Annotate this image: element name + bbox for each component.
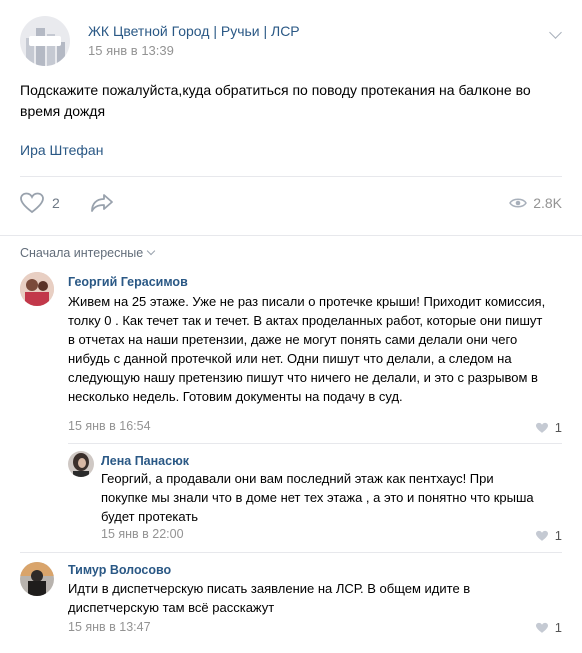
avatar[interactable] <box>68 451 94 477</box>
like-count: 1 <box>554 620 562 635</box>
comments-sort-label: Сначала интересные <box>20 246 144 260</box>
views-count: 2.8K <box>533 195 562 211</box>
group-logo <box>29 36 61 46</box>
heart-icon <box>535 622 548 633</box>
post-date[interactable]: 15 янв в 13:39 <box>88 43 174 58</box>
comment-text: Идти в диспетчерскую писать заявление на… <box>68 581 471 615</box>
divider <box>20 176 562 177</box>
comment-date[interactable]: 15 янв в 22:00 <box>101 527 184 541</box>
comment-author-link[interactable]: Тимур Волосово <box>68 563 171 577</box>
comment-like-button[interactable]: 1 <box>535 528 562 543</box>
comment-like-button[interactable]: 1 <box>535 620 562 635</box>
share-icon <box>91 194 113 212</box>
views-counter: 2.8K <box>509 195 562 211</box>
divider <box>68 443 562 444</box>
like-button[interactable]: 2 <box>20 192 60 214</box>
post-text: Подскажите пожалуйста,куда обратиться по… <box>20 82 531 119</box>
group-avatar[interactable] <box>20 16 70 66</box>
chevron-down-icon <box>146 246 156 256</box>
like-count: 1 <box>554 528 562 543</box>
comment-text: Георгий, а продавали они вам последний э… <box>101 471 534 524</box>
like-count: 2 <box>52 195 60 211</box>
post: ЖК Цветной Город | Ручьи | ЛСР 15 янв в … <box>0 0 582 236</box>
comment-author-link[interactable]: Лена Панасюк <box>101 454 189 468</box>
comment-like-button[interactable]: 1 <box>535 420 562 435</box>
comment-author-link[interactable]: Георгий Герасимов <box>68 275 188 289</box>
comment-text: Живем на 25 этаже. Уже не раз писали о п… <box>68 294 546 404</box>
post-author-link[interactable]: Ира Штефан <box>20 142 103 158</box>
like-count: 1 <box>554 420 562 435</box>
group-name-link[interactable]: ЖК Цветной Город | Ручьи | ЛСР <box>88 23 300 39</box>
heart-icon <box>20 192 44 214</box>
comment-date[interactable]: 15 янв в 13:47 <box>68 620 151 634</box>
share-button[interactable] <box>90 193 114 218</box>
comment-date[interactable]: 15 янв в 16:54 <box>68 419 151 433</box>
post-card: ЖК Цветной Город | Ручьи | ЛСР 15 янв в … <box>0 0 582 653</box>
divider <box>20 552 562 553</box>
heart-icon <box>535 422 548 433</box>
chevron-down-icon[interactable] <box>549 26 562 39</box>
heart-icon <box>535 530 548 541</box>
eye-icon <box>509 198 528 208</box>
avatar[interactable] <box>20 562 54 596</box>
avatar[interactable] <box>20 272 54 306</box>
comments-sort-dropdown[interactable]: Сначала интересные <box>20 246 156 260</box>
